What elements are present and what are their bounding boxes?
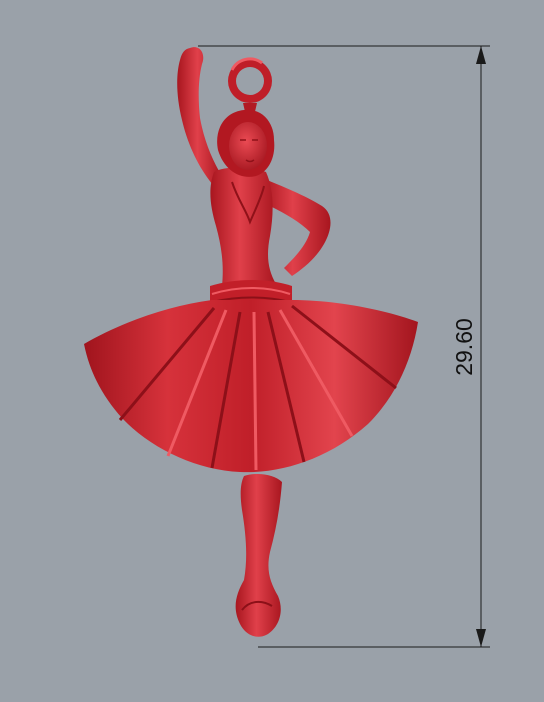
cad-viewport[interactable]: 29.60 <box>0 0 544 702</box>
viewport-canvas: 29.60 <box>84 45 490 648</box>
pendant-loop <box>228 57 272 116</box>
hip-arm <box>262 178 331 276</box>
dimension-arrow-top-icon <box>476 46 486 64</box>
dimension-arrow-bottom-icon <box>476 629 486 647</box>
head <box>229 122 267 170</box>
torso <box>210 167 276 286</box>
dimension-value: 29.60 <box>451 318 477 376</box>
raised-arm <box>177 47 222 186</box>
leg <box>235 474 282 637</box>
skirt <box>84 300 418 473</box>
dancer-pendant-model[interactable] <box>84 47 418 637</box>
